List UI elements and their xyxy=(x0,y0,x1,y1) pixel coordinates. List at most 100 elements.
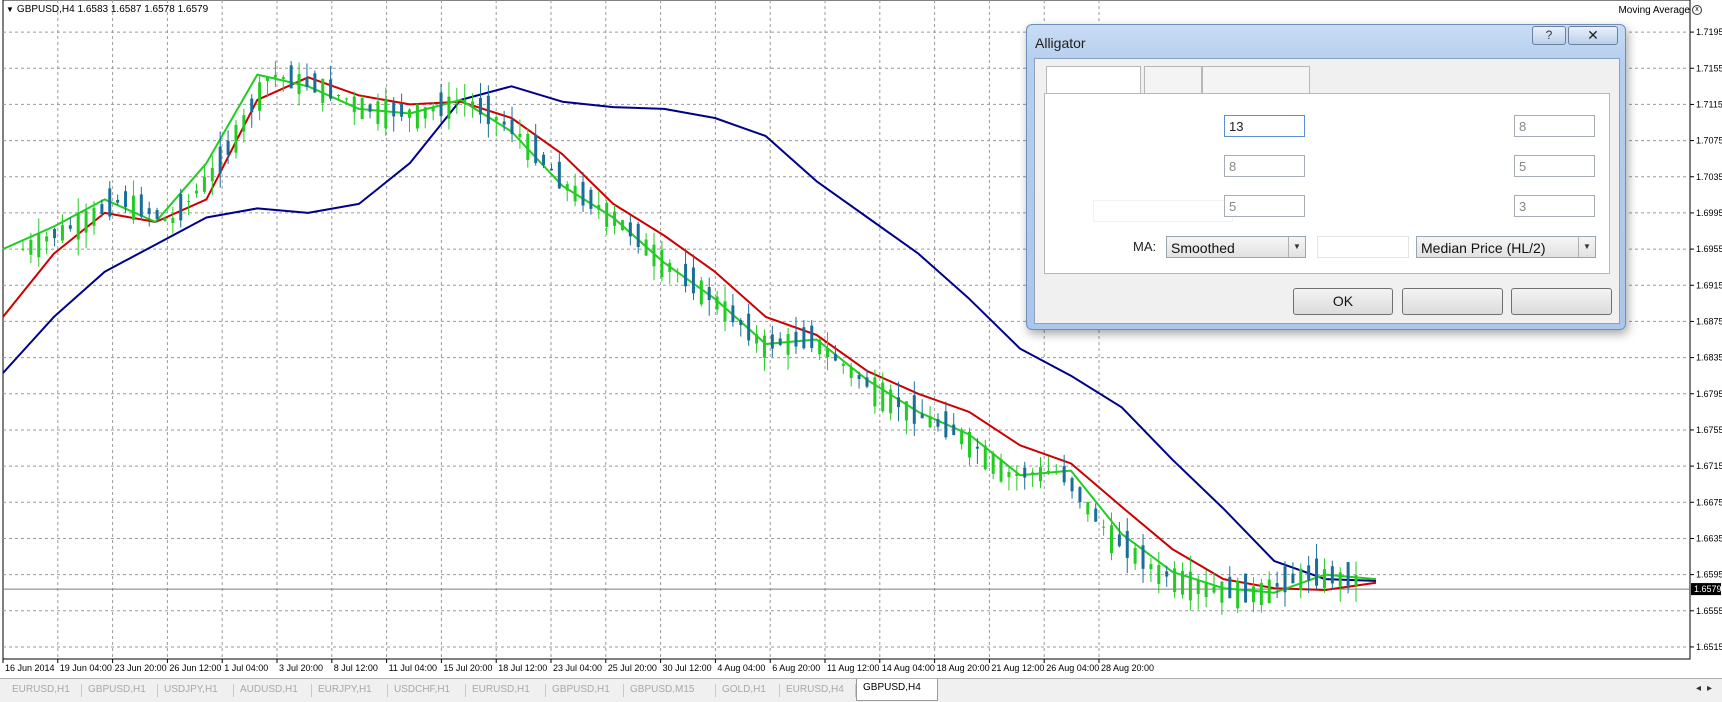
price-axis-label: 1.7195 xyxy=(1696,27,1722,37)
candle-body xyxy=(195,190,199,194)
help-button[interactable]: ? xyxy=(1532,26,1566,45)
price-axis-label: 1.6955 xyxy=(1696,244,1722,254)
candle-body xyxy=(1133,548,1137,564)
candle-body xyxy=(321,78,325,104)
ok-button[interactable]: OK xyxy=(1293,288,1393,315)
candle-body xyxy=(76,213,80,240)
candle-body xyxy=(723,301,727,322)
price-axis-label: 1.6555 xyxy=(1696,606,1722,616)
time-axis-label: 26 Aug 04:00 xyxy=(1046,663,1099,673)
lips-shift-field[interactable]: 3 xyxy=(1514,195,1595,217)
candle-body xyxy=(1015,473,1019,477)
indicator-label[interactable]: Moving Average x xyxy=(1618,5,1702,16)
time-axis-label: 11 Aug 12:00 xyxy=(827,663,879,673)
candle-body xyxy=(936,419,940,427)
candle-body xyxy=(833,353,837,361)
candle-body xyxy=(770,334,774,349)
close-button[interactable]: ✕ xyxy=(1568,26,1618,45)
tab-scroll-arrows[interactable]: ◂▸ xyxy=(1696,683,1718,694)
candle-body xyxy=(155,210,159,219)
candle-body xyxy=(447,96,451,119)
candle-body xyxy=(1338,572,1342,587)
chart-tabs-bar: EURUSD,H1 GBPUSD,H1 USDJPY,H1 AUDUSD,H1 EURJ… xyxy=(0,678,1722,702)
chart-header: ▼ GBPUSD,H4 1.6583 1.6587 1.6578 1.6579 xyxy=(6,4,208,15)
candle-body xyxy=(620,220,624,230)
candle-body xyxy=(1117,534,1121,547)
candle-body xyxy=(1165,571,1169,577)
candle-body xyxy=(60,225,64,241)
time-axis-label: 16 Jun 2014 xyxy=(5,663,55,673)
candle-body xyxy=(455,102,459,104)
chevron-left-icon[interactable]: ◂ xyxy=(1696,683,1707,694)
tab-gbpusd-h1[interactable]: GBPUSD,H1 xyxy=(546,681,624,699)
candle-body xyxy=(778,338,782,345)
jaws-shift-field[interactable]: 8 xyxy=(1514,115,1595,137)
candle-body xyxy=(502,121,506,125)
tab-usdchf-h1[interactable]: USDCHF,H1 xyxy=(388,681,466,699)
tab-eurusd-h1[interactable]: EURUSD,H1 xyxy=(6,681,82,699)
candle-body xyxy=(810,325,814,349)
candle-body xyxy=(1173,568,1177,592)
time-axis-label: 19 Jun 04:00 xyxy=(60,663,112,673)
tab-eurjpy-h1[interactable]: EURJPY,H1 xyxy=(312,681,388,699)
tab-eurusd-h4[interactable]: EURUSD,H4 xyxy=(780,681,856,699)
candle-body xyxy=(1054,470,1058,472)
candle-body xyxy=(384,99,388,129)
candle-body xyxy=(652,244,656,267)
tab-gbpusd-h1[interactable]: GBPUSD,H1 xyxy=(82,681,158,699)
tab-audusd-h1[interactable]: AUDUSD,H1 xyxy=(234,681,312,699)
tab-visualization[interactable] xyxy=(1202,66,1310,93)
candle-body xyxy=(368,104,372,112)
candle-body xyxy=(534,134,538,164)
apply-to-select[interactable]: Median Price (HL/2) ▼ xyxy=(1416,236,1596,258)
candle-body xyxy=(1251,586,1255,603)
candle-body xyxy=(92,207,96,226)
triangle-down-icon[interactable]: ▼ xyxy=(6,5,14,14)
candle-body xyxy=(944,411,948,438)
candle-body xyxy=(1023,467,1027,478)
candle-body xyxy=(218,146,222,174)
candle-body xyxy=(747,313,751,341)
close-circle-icon[interactable]: x xyxy=(1692,5,1702,16)
tab-eurusd-h1[interactable]: EURUSD,H1 xyxy=(466,681,546,699)
tab-gold-h1[interactable]: GOLD,H1 xyxy=(716,681,780,699)
reset-button[interactable] xyxy=(1511,288,1612,315)
tab-levels[interactable] xyxy=(1144,66,1202,93)
ma-method-value: Smoothed xyxy=(1171,240,1235,256)
parameters-panel: 13 8 5 8 5 3 MA: Smoothed ▼ Median Price… xyxy=(1044,93,1610,274)
candle-body xyxy=(494,117,498,121)
candle-body xyxy=(786,334,790,355)
teeth-shift-field[interactable]: 5 xyxy=(1514,155,1595,177)
price-axis-label: 1.7155 xyxy=(1696,63,1722,73)
price-axis-label: 1.7075 xyxy=(1696,136,1722,146)
candle-body xyxy=(707,287,711,301)
chevron-down-icon[interactable]: ▼ xyxy=(1288,237,1305,257)
tab-usdjpy-h1[interactable]: USDJPY,H1 xyxy=(158,681,234,699)
tab-gbpusd-h4[interactable]: GBPUSD,H4 xyxy=(856,679,938,701)
candle-body xyxy=(281,77,285,79)
chevron-right-icon[interactable]: ▸ xyxy=(1707,683,1718,694)
teeth-period-field[interactable]: 8 xyxy=(1224,155,1305,177)
candle-body xyxy=(1267,579,1271,604)
candle-body xyxy=(873,377,877,407)
cancel-button[interactable] xyxy=(1402,288,1503,315)
ma-method-select[interactable]: Smoothed ▼ xyxy=(1166,236,1306,258)
current-price-label: 1.6579 xyxy=(1694,584,1722,594)
candle-body xyxy=(242,115,246,132)
candle-body xyxy=(818,339,822,355)
tab-parameters[interactable] xyxy=(1046,66,1141,93)
time-axis-label: 6 Aug 20:00 xyxy=(772,663,820,673)
candle-body xyxy=(431,107,435,112)
candle-body xyxy=(510,119,514,134)
price-axis-label: 1.6915 xyxy=(1696,280,1722,290)
candle-body xyxy=(1228,576,1232,599)
tab-gbpusd-m15[interactable]: GBPUSD,M15 xyxy=(624,681,716,699)
time-axis-label: 30 Jul 12:00 xyxy=(663,663,712,673)
lips-period-field[interactable]: 5 xyxy=(1224,195,1305,217)
candle-body xyxy=(1149,564,1153,570)
jaws-period-field[interactable]: 13 xyxy=(1224,115,1305,137)
candle-body xyxy=(865,377,869,387)
candle-body xyxy=(605,202,609,227)
candle-body xyxy=(857,375,861,380)
chevron-down-icon[interactable]: ▼ xyxy=(1578,237,1595,257)
